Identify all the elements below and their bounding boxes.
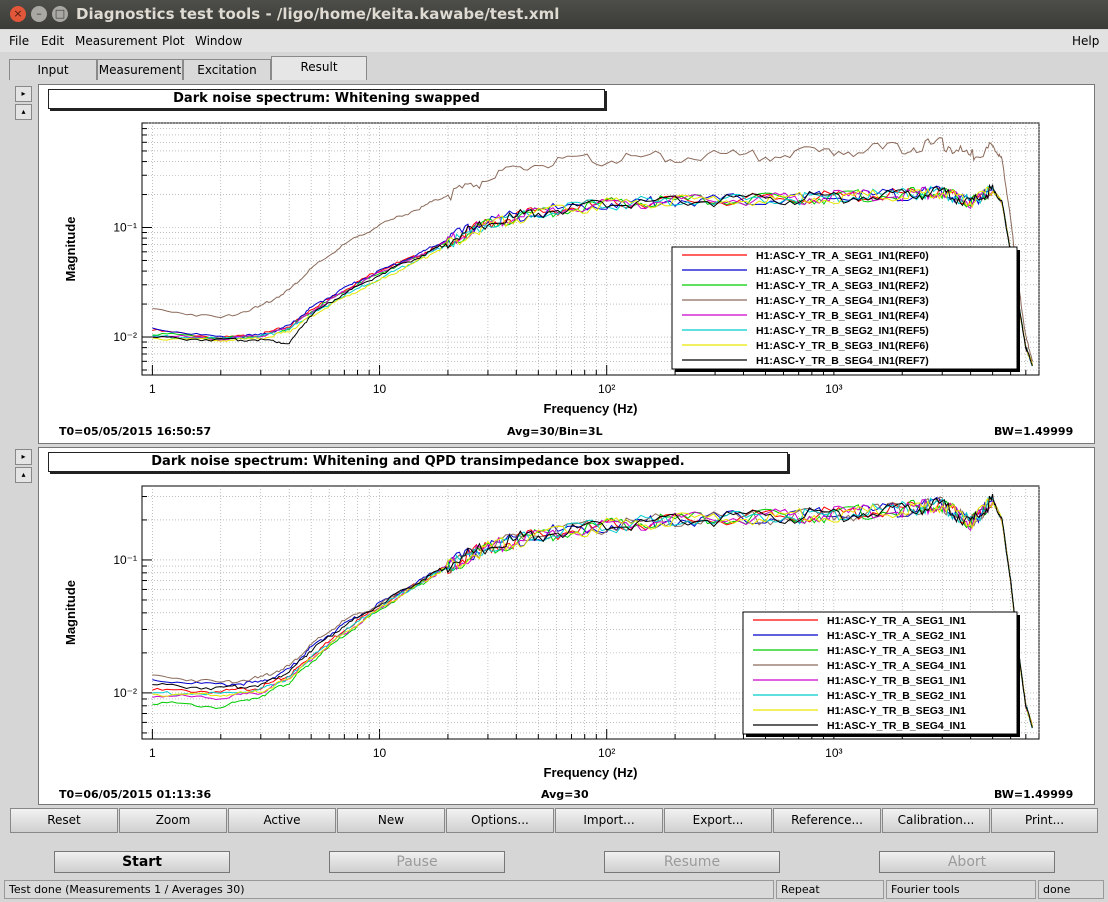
- legend-entry: H1:ASC-Y_TR_A_SEG3_IN1(REF2): [756, 280, 929, 292]
- y-tick-label: 10⁻²: [113, 686, 137, 700]
- x-tick-label: 10²: [598, 382, 615, 396]
- maximize-window-button[interactable]: □: [52, 6, 68, 22]
- status-tool: Fourier tools: [886, 880, 1036, 899]
- status-state: done: [1038, 880, 1104, 899]
- y-tick-label: 10⁻¹: [113, 221, 137, 235]
- legend-entry: H1:ASC-Y_TR_A_SEG2_IN1: [827, 630, 966, 642]
- menu-measurement[interactable]: Measurement: [75, 34, 157, 48]
- y-axis-label: Magnitude: [63, 580, 78, 645]
- start-button[interactable]: Start: [54, 851, 230, 873]
- tab-measurement[interactable]: Measurement: [97, 59, 183, 80]
- active-button[interactable]: Active: [228, 808, 336, 833]
- x-axis-label: Frequency (Hz): [544, 401, 638, 416]
- menu-help[interactable]: Help: [1072, 34, 1099, 48]
- collapse-plot-2-button[interactable]: ▴: [15, 467, 32, 483]
- title-bar: × – □ Diagnostics test tools - /ligo/hom…: [0, 0, 1108, 29]
- y-tick-label: 10⁻¹: [113, 553, 137, 567]
- window-title: Diagnostics test tools - /ligo/home/keit…: [76, 5, 560, 23]
- legend-entry: H1:ASC-Y_TR_A_SEG1_IN1: [827, 615, 966, 627]
- spectrum-chart-2[interactable]: 1 10 10² 10³ 10⁻² 10⁻¹ Frequency (Hz) Magnitude…: [39, 448, 1096, 806]
- collapse-plot-1-button[interactable]: ▴: [15, 104, 32, 120]
- reset-button[interactable]: Reset: [10, 808, 118, 833]
- plot-title-1: Dark noise spectrum: Whitening swapped: [48, 89, 605, 109]
- tab-result[interactable]: Result: [271, 56, 367, 80]
- legend-entry: H1:ASC-Y_TR_A_SEG3_IN1: [827, 645, 966, 657]
- legend-entry: H1:ASC-Y_TR_A_SEG4_IN1(REF3): [756, 295, 929, 307]
- x-tick-label: 10: [373, 382, 387, 396]
- options-button[interactable]: Options...: [446, 808, 554, 833]
- x-tick-label: 10³: [825, 746, 842, 760]
- x-tick-label: 10: [373, 746, 387, 760]
- legend-entry: H1:ASC-Y_TR_A_SEG4_IN1: [827, 660, 966, 672]
- spectrum-chart-1[interactable]: 1 10 10² 10³ 10⁻² 10⁻¹ Frequency (Hz) Magnitude…: [39, 85, 1096, 445]
- expand-plot-1-button[interactable]: ▸: [15, 86, 32, 102]
- status-mode: Repeat: [776, 880, 884, 899]
- bw-label-1: BW=1.49999: [994, 425, 1074, 438]
- minimize-window-button[interactable]: –: [31, 6, 47, 22]
- calibration-button[interactable]: Calibration...: [882, 808, 990, 833]
- tab-excitation[interactable]: Excitation: [183, 59, 271, 80]
- menu-edit[interactable]: Edit: [41, 34, 64, 48]
- zoom-button[interactable]: Zoom: [119, 808, 227, 833]
- menu-bar: File Edit Measurement Plot Window Help: [0, 30, 1108, 52]
- menu-file[interactable]: File: [9, 34, 29, 48]
- new-button[interactable]: New: [337, 808, 445, 833]
- legend-entry: H1:ASC-Y_TR_B_SEG3_IN1(REF6): [756, 340, 929, 352]
- legend-entry: H1:ASC-Y_TR_A_SEG2_IN1(REF1): [756, 265, 929, 277]
- x-tick-label: 10²: [598, 746, 615, 760]
- x-tick-label: 1: [149, 746, 156, 760]
- y-axis-label: Magnitude: [63, 217, 78, 282]
- status-bar: Test done (Measurements 1 / Averages 30)…: [0, 879, 1108, 902]
- import-button[interactable]: Import...: [555, 808, 663, 833]
- legend-entry: H1:ASC-Y_TR_B_SEG2_IN1(REF5): [756, 325, 929, 337]
- legend-entry: H1:ASC-Y_TR_B_SEG1_IN1: [827, 675, 966, 687]
- tab-input[interactable]: Input: [9, 59, 97, 80]
- status-message: Test done (Measurements 1 / Averages 30): [4, 880, 774, 899]
- avg-label-2: Avg=30: [541, 788, 589, 801]
- plot-panel-2[interactable]: 1 10 10² 10³ 10⁻² 10⁻¹ Frequency (Hz) Magnitude…: [38, 447, 1095, 805]
- legend-entry: H1:ASC-Y_TR_B_SEG4_IN1(REF7): [756, 355, 929, 367]
- print-button[interactable]: Print...: [991, 808, 1098, 833]
- expand-plot-2-button[interactable]: ▸: [15, 449, 32, 465]
- y-tick-label: 10⁻²: [113, 330, 137, 344]
- x-tick-label: 1: [149, 382, 156, 396]
- t0-label-2: T0=06/05/2015 01:13:36: [59, 788, 212, 801]
- menu-plot[interactable]: Plot: [162, 34, 185, 48]
- t0-label-1: T0=05/05/2015 16:50:57: [59, 425, 212, 438]
- avg-label-1: Avg=30/Bin=3L: [507, 425, 603, 438]
- legend-entry: H1:ASC-Y_TR_B_SEG2_IN1: [827, 690, 966, 702]
- x-tick-label: 10³: [825, 382, 842, 396]
- resume-button[interactable]: Resume: [604, 851, 780, 873]
- menu-window[interactable]: Window: [195, 34, 242, 48]
- legend-entry: H1:ASC-Y_TR_B_SEG1_IN1(REF4): [756, 310, 929, 322]
- legend-entry: H1:ASC-Y_TR_A_SEG1_IN1(REF0): [756, 250, 929, 262]
- tab-bar: Input Measurement Excitation Result: [0, 56, 1108, 80]
- plot-title-2: Dark noise spectrum: Whitening and QPD t…: [48, 452, 788, 472]
- abort-button[interactable]: Abort: [879, 851, 1055, 873]
- legend-entry: H1:ASC-Y_TR_B_SEG3_IN1: [827, 705, 966, 717]
- reference-button[interactable]: Reference...: [773, 808, 881, 833]
- x-axis-label: Frequency (Hz): [544, 765, 638, 780]
- close-window-button[interactable]: ×: [10, 6, 26, 22]
- legend-entry: H1:ASC-Y_TR_B_SEG4_IN1: [827, 720, 966, 732]
- pause-button[interactable]: Pause: [329, 851, 505, 873]
- plot-panel-1[interactable]: 1 10 10² 10³ 10⁻² 10⁻¹ Frequency (Hz) Magnitude…: [38, 84, 1095, 444]
- export-button[interactable]: Export...: [664, 808, 772, 833]
- bw-label-2: BW=1.49999: [994, 788, 1074, 801]
- plot-action-bar: Reset Zoom Active New Options... Import.…: [10, 808, 1098, 833]
